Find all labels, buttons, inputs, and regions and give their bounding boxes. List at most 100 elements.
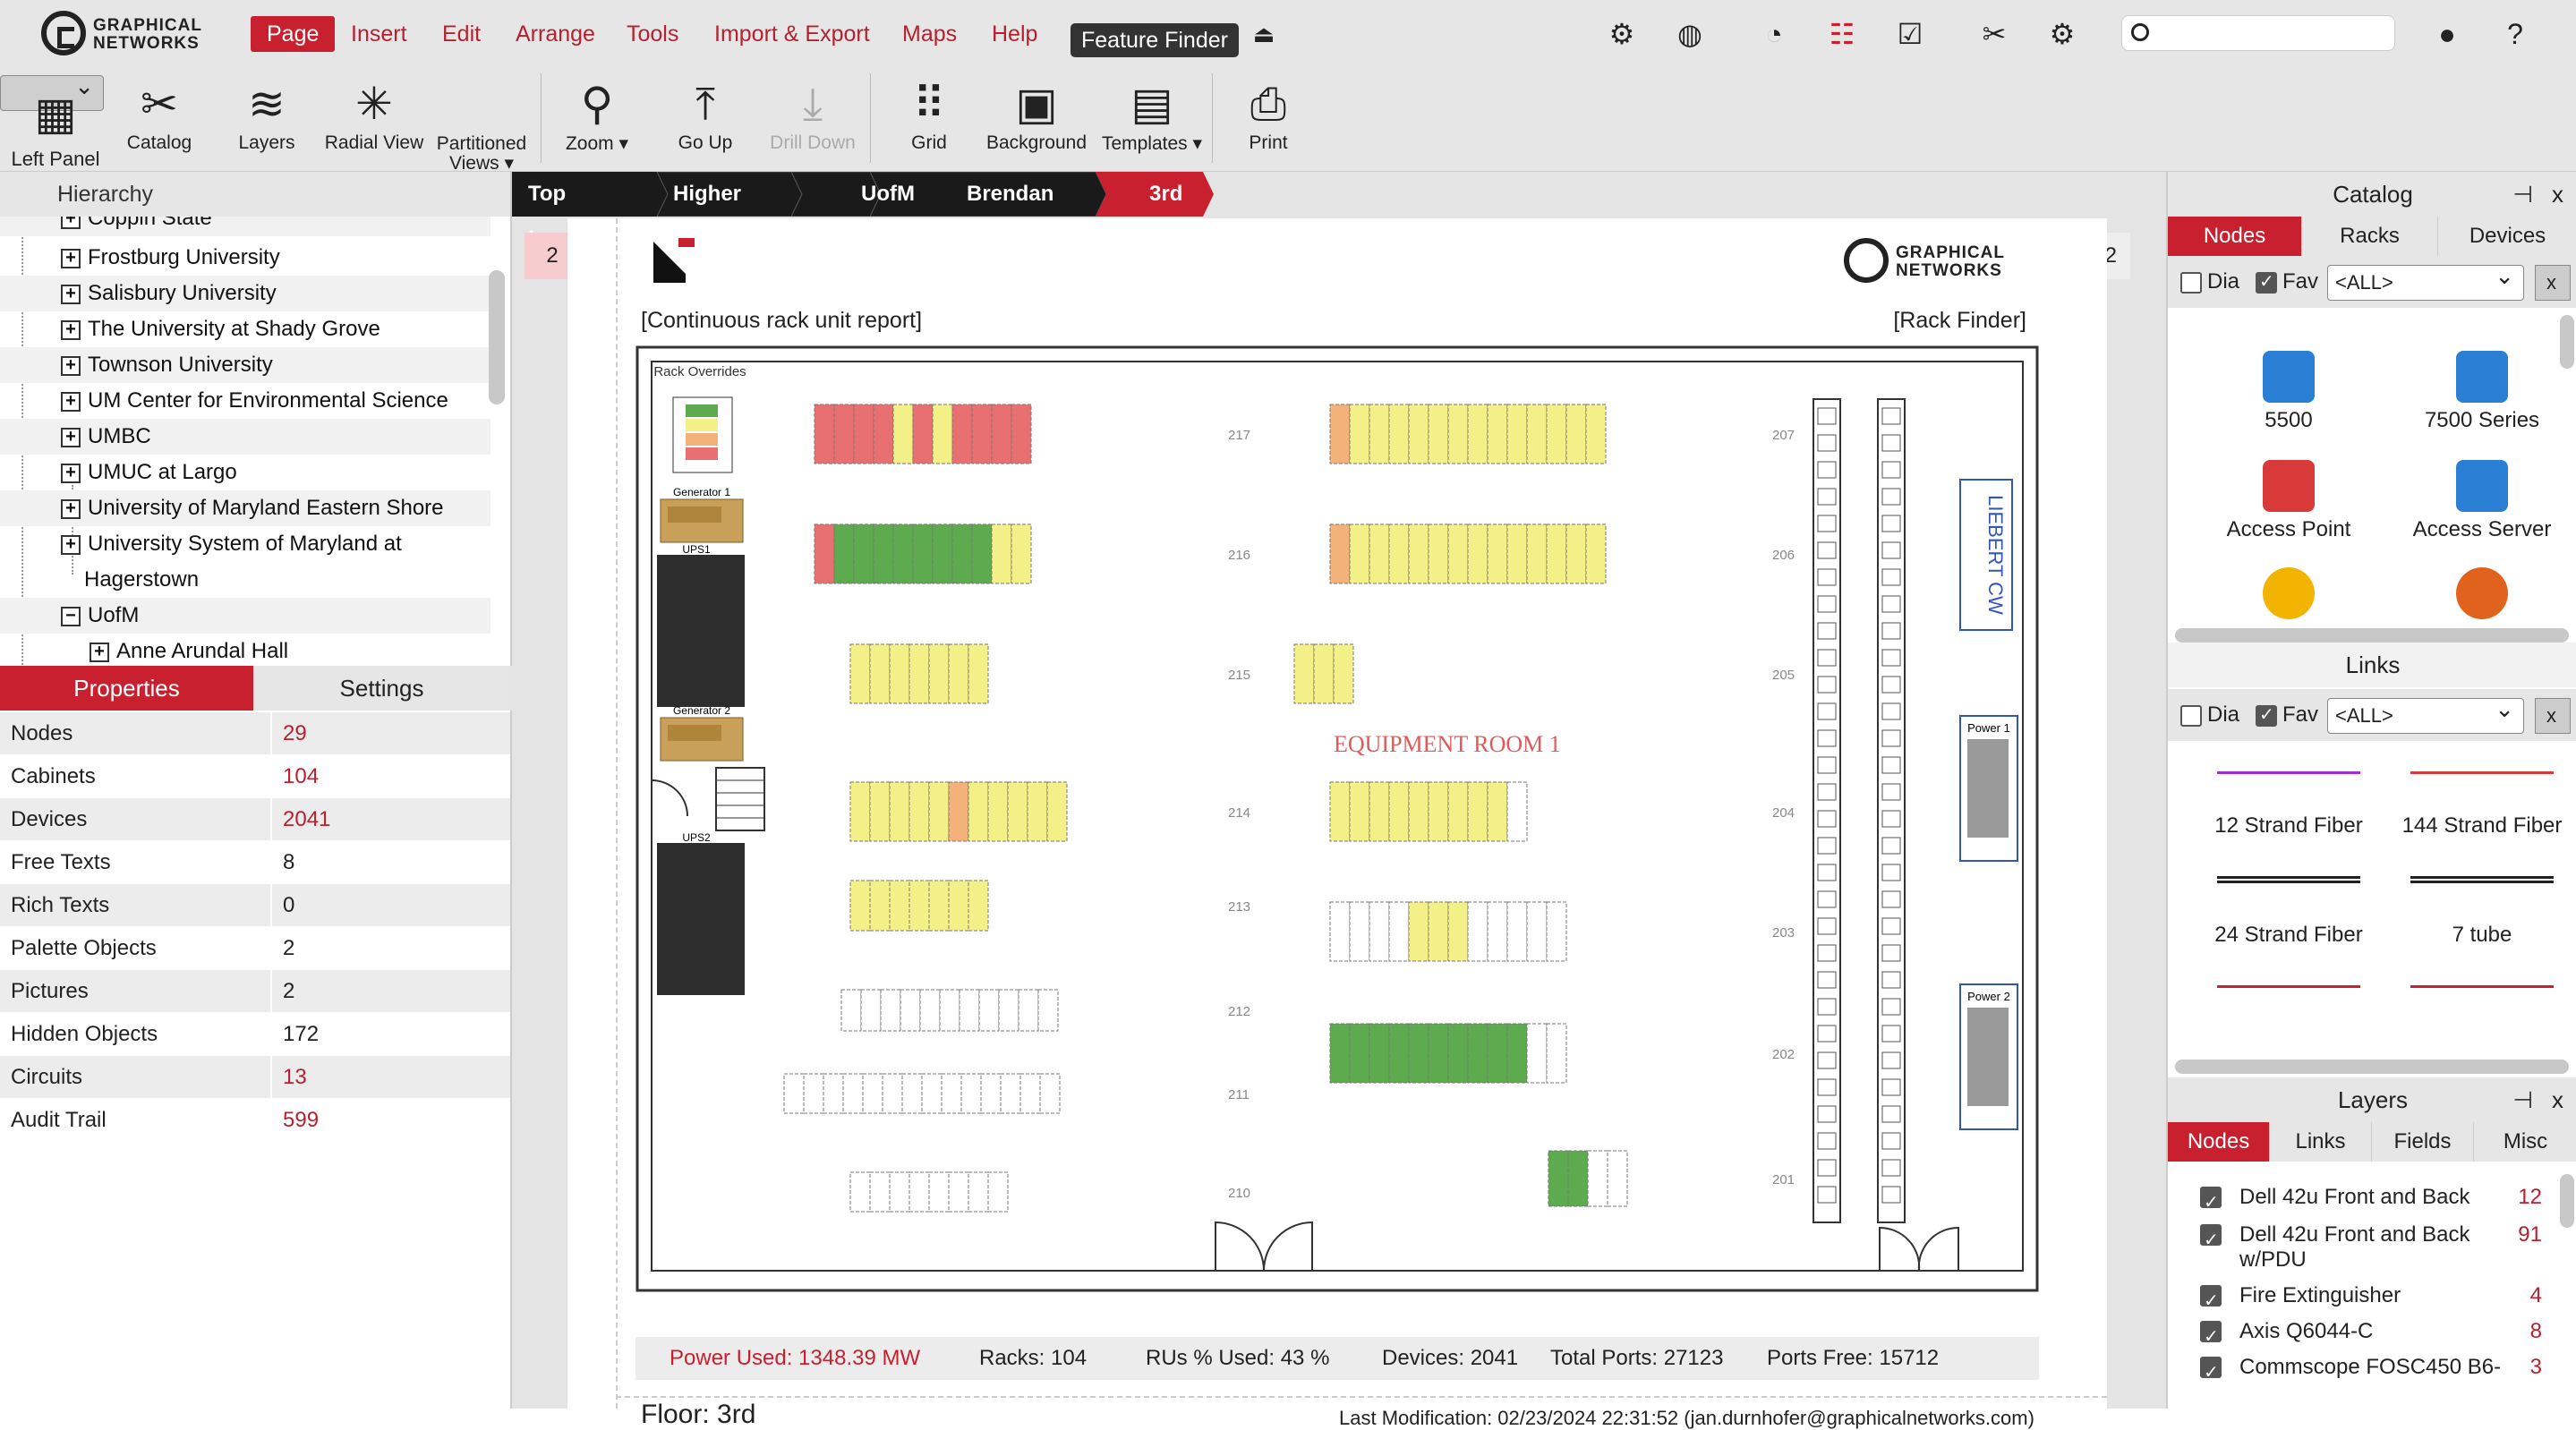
- rack-cabinet[interactable]: [1349, 781, 1370, 842]
- power-2-panel[interactable]: Power 2: [1959, 983, 2018, 1130]
- rack-cabinet[interactable]: [960, 1073, 982, 1114]
- link-type-item[interactable]: 144 Strand Fiber: [2388, 771, 2576, 879]
- rack-cabinet[interactable]: [1349, 901, 1370, 962]
- tree-item-uofm[interactable]: − UofM: [0, 598, 490, 634]
- rack-cabinet[interactable]: [968, 880, 989, 932]
- rack-cabinet[interactable]: [892, 404, 914, 464]
- catalog-filter-select[interactable]: <ALL>: [2327, 259, 2524, 301]
- rack-cabinet[interactable]: [803, 1073, 824, 1114]
- rack-cabinet[interactable]: [1388, 404, 1410, 464]
- rack-cabinet[interactable]: [1506, 901, 1528, 962]
- rack-cabinet[interactable]: [912, 523, 934, 584]
- rack-cabinet[interactable]: [1408, 523, 1429, 584]
- tab-layers-fields[interactable]: Fields: [2372, 1122, 2474, 1162]
- catalog-node-item[interactable]: Access Server: [2388, 460, 2576, 542]
- layer-row[interactable]: Axis Q6044-C 8: [2168, 1314, 2576, 1355]
- rack-cabinet[interactable]: [1447, 523, 1469, 584]
- catalog-node-item[interactable]: Access Point: [2195, 460, 2383, 542]
- links-hscrollbar[interactable]: [2175, 1060, 2569, 1074]
- rack-cabinet[interactable]: [849, 781, 871, 842]
- rack-cabinet[interactable]: [998, 989, 1019, 1032]
- layer-row[interactable]: Dell 42u Front and Back w/PDU 91: [2168, 1217, 2576, 1272]
- rack-cabinet[interactable]: [1428, 404, 1449, 464]
- rack-cabinet[interactable]: [987, 1171, 1009, 1213]
- layer-row[interactable]: Commscope FOSC450 B6- 3: [2168, 1349, 2576, 1391]
- tab-settings[interactable]: Settings: [255, 666, 508, 711]
- layer-count[interactable]: 12: [2518, 1179, 2542, 1215]
- rack-cabinet[interactable]: [869, 1171, 891, 1213]
- report-icon[interactable]: ☷: [1824, 16, 1860, 52]
- rack-cabinet[interactable]: [892, 523, 914, 584]
- tools-icon[interactable]: ✂: [1976, 16, 2012, 52]
- layer-visible-checkbox[interactable]: [2200, 1222, 2222, 1258]
- menu-import-export[interactable]: Import & Export: [709, 19, 875, 49]
- go-up-button[interactable]: ⤒ Go Up: [652, 66, 759, 172]
- rack-cabinet[interactable]: [928, 781, 950, 842]
- layer-count[interactable]: 3: [2530, 1349, 2542, 1385]
- expand-icon[interactable]: +: [61, 217, 81, 229]
- rack-cabinet[interactable]: [869, 781, 891, 842]
- tree-item[interactable]: + Townson University: [0, 347, 490, 383]
- tree-item[interactable]: + UM Center for Environmental Science: [0, 383, 490, 419]
- catalog-node-item[interactable]: [2388, 567, 2576, 625]
- rack-cabinet[interactable]: [1007, 781, 1028, 842]
- dia-checkbox[interactable]: [2180, 272, 2202, 294]
- rack-cabinet[interactable]: [853, 523, 874, 584]
- rack-cabinet[interactable]: [873, 404, 894, 464]
- help-icon[interactable]: ?: [2497, 16, 2533, 52]
- rack-cabinet[interactable]: [1333, 643, 1354, 704]
- property-value[interactable]: 104: [283, 755, 319, 798]
- tree-item[interactable]: + Anne Arundal Hall: [0, 634, 490, 666]
- rack-cabinet[interactable]: [1546, 901, 1567, 962]
- rack-cabinet[interactable]: [833, 523, 855, 584]
- collapse-icon[interactable]: −: [61, 607, 81, 626]
- rack-cabinet[interactable]: [951, 404, 973, 464]
- tab-catalog-racks[interactable]: Racks: [2302, 217, 2438, 256]
- rack-cabinet[interactable]: [948, 781, 969, 842]
- rack-cabinet[interactable]: [959, 989, 980, 1032]
- link-type-item[interactable]: 12 Strand Fiber: [2195, 771, 2383, 879]
- rack-cabinet[interactable]: [1487, 781, 1508, 842]
- floor-plan-drawing[interactable]: 217 216 215 214 213 212 211 210 207 206 205 204 203 2…: [635, 345, 2039, 1294]
- rack-cabinet[interactable]: [889, 781, 910, 842]
- rack-cabinet[interactable]: [1467, 523, 1488, 584]
- rack-cabinet[interactable]: [1046, 781, 1068, 842]
- rack-cabinet[interactable]: [1506, 523, 1528, 584]
- rack-cabinet[interactable]: [1546, 523, 1567, 584]
- rack-cabinet[interactable]: [849, 643, 871, 704]
- layer-count[interactable]: 4: [2530, 1278, 2542, 1314]
- rack-cabinet[interactable]: [1329, 404, 1351, 464]
- rack-cabinet[interactable]: [1329, 1023, 1351, 1084]
- rack-cabinet[interactable]: [968, 1171, 989, 1213]
- rack-cabinet[interactable]: [1506, 781, 1528, 842]
- tab-catalog-nodes[interactable]: Nodes: [2168, 217, 2302, 256]
- tab-layers-nodes[interactable]: Nodes: [2168, 1122, 2270, 1162]
- rack-cabinet[interactable]: [840, 989, 862, 1032]
- eject-icon[interactable]: ⏏: [1246, 16, 1282, 52]
- expand-icon[interactable]: +: [61, 356, 81, 376]
- menu-arrange[interactable]: Arrange: [510, 19, 601, 49]
- catalog-node-item[interactable]: [2195, 567, 2383, 625]
- rack-cabinet[interactable]: [987, 781, 1009, 842]
- rack-cabinet[interactable]: [1546, 404, 1567, 464]
- search-input[interactable]: [2158, 21, 2386, 46]
- rack-cabinet[interactable]: [1447, 1023, 1469, 1084]
- menu-tools[interactable]: Tools: [621, 19, 684, 49]
- rack-cabinet[interactable]: [849, 880, 871, 932]
- rack-cabinet[interactable]: [1585, 404, 1607, 464]
- rack-cabinet[interactable]: [901, 1073, 923, 1114]
- feature-finder-button[interactable]: Feature Finder: [1070, 23, 1239, 57]
- rack-cabinet[interactable]: [1487, 523, 1508, 584]
- rack-cabinet[interactable]: [880, 989, 901, 1032]
- rack-cabinet[interactable]: [932, 404, 953, 464]
- link-type-item[interactable]: 24 Strand Fiber: [2195, 881, 2383, 988]
- layer-count[interactable]: 91: [2518, 1217, 2542, 1253]
- menu-edit[interactable]: Edit: [437, 19, 486, 49]
- background-button[interactable]: ▣ Background: [983, 66, 1090, 172]
- layer-row[interactable]: Fire Extinguisher 4: [2168, 1278, 2576, 1319]
- rack-cabinet[interactable]: [948, 880, 969, 932]
- rack-cabinet[interactable]: [1447, 404, 1469, 464]
- rack-cabinet[interactable]: [1037, 989, 1059, 1032]
- search-box[interactable]: [2121, 15, 2395, 51]
- rack-cabinet[interactable]: [823, 1073, 844, 1114]
